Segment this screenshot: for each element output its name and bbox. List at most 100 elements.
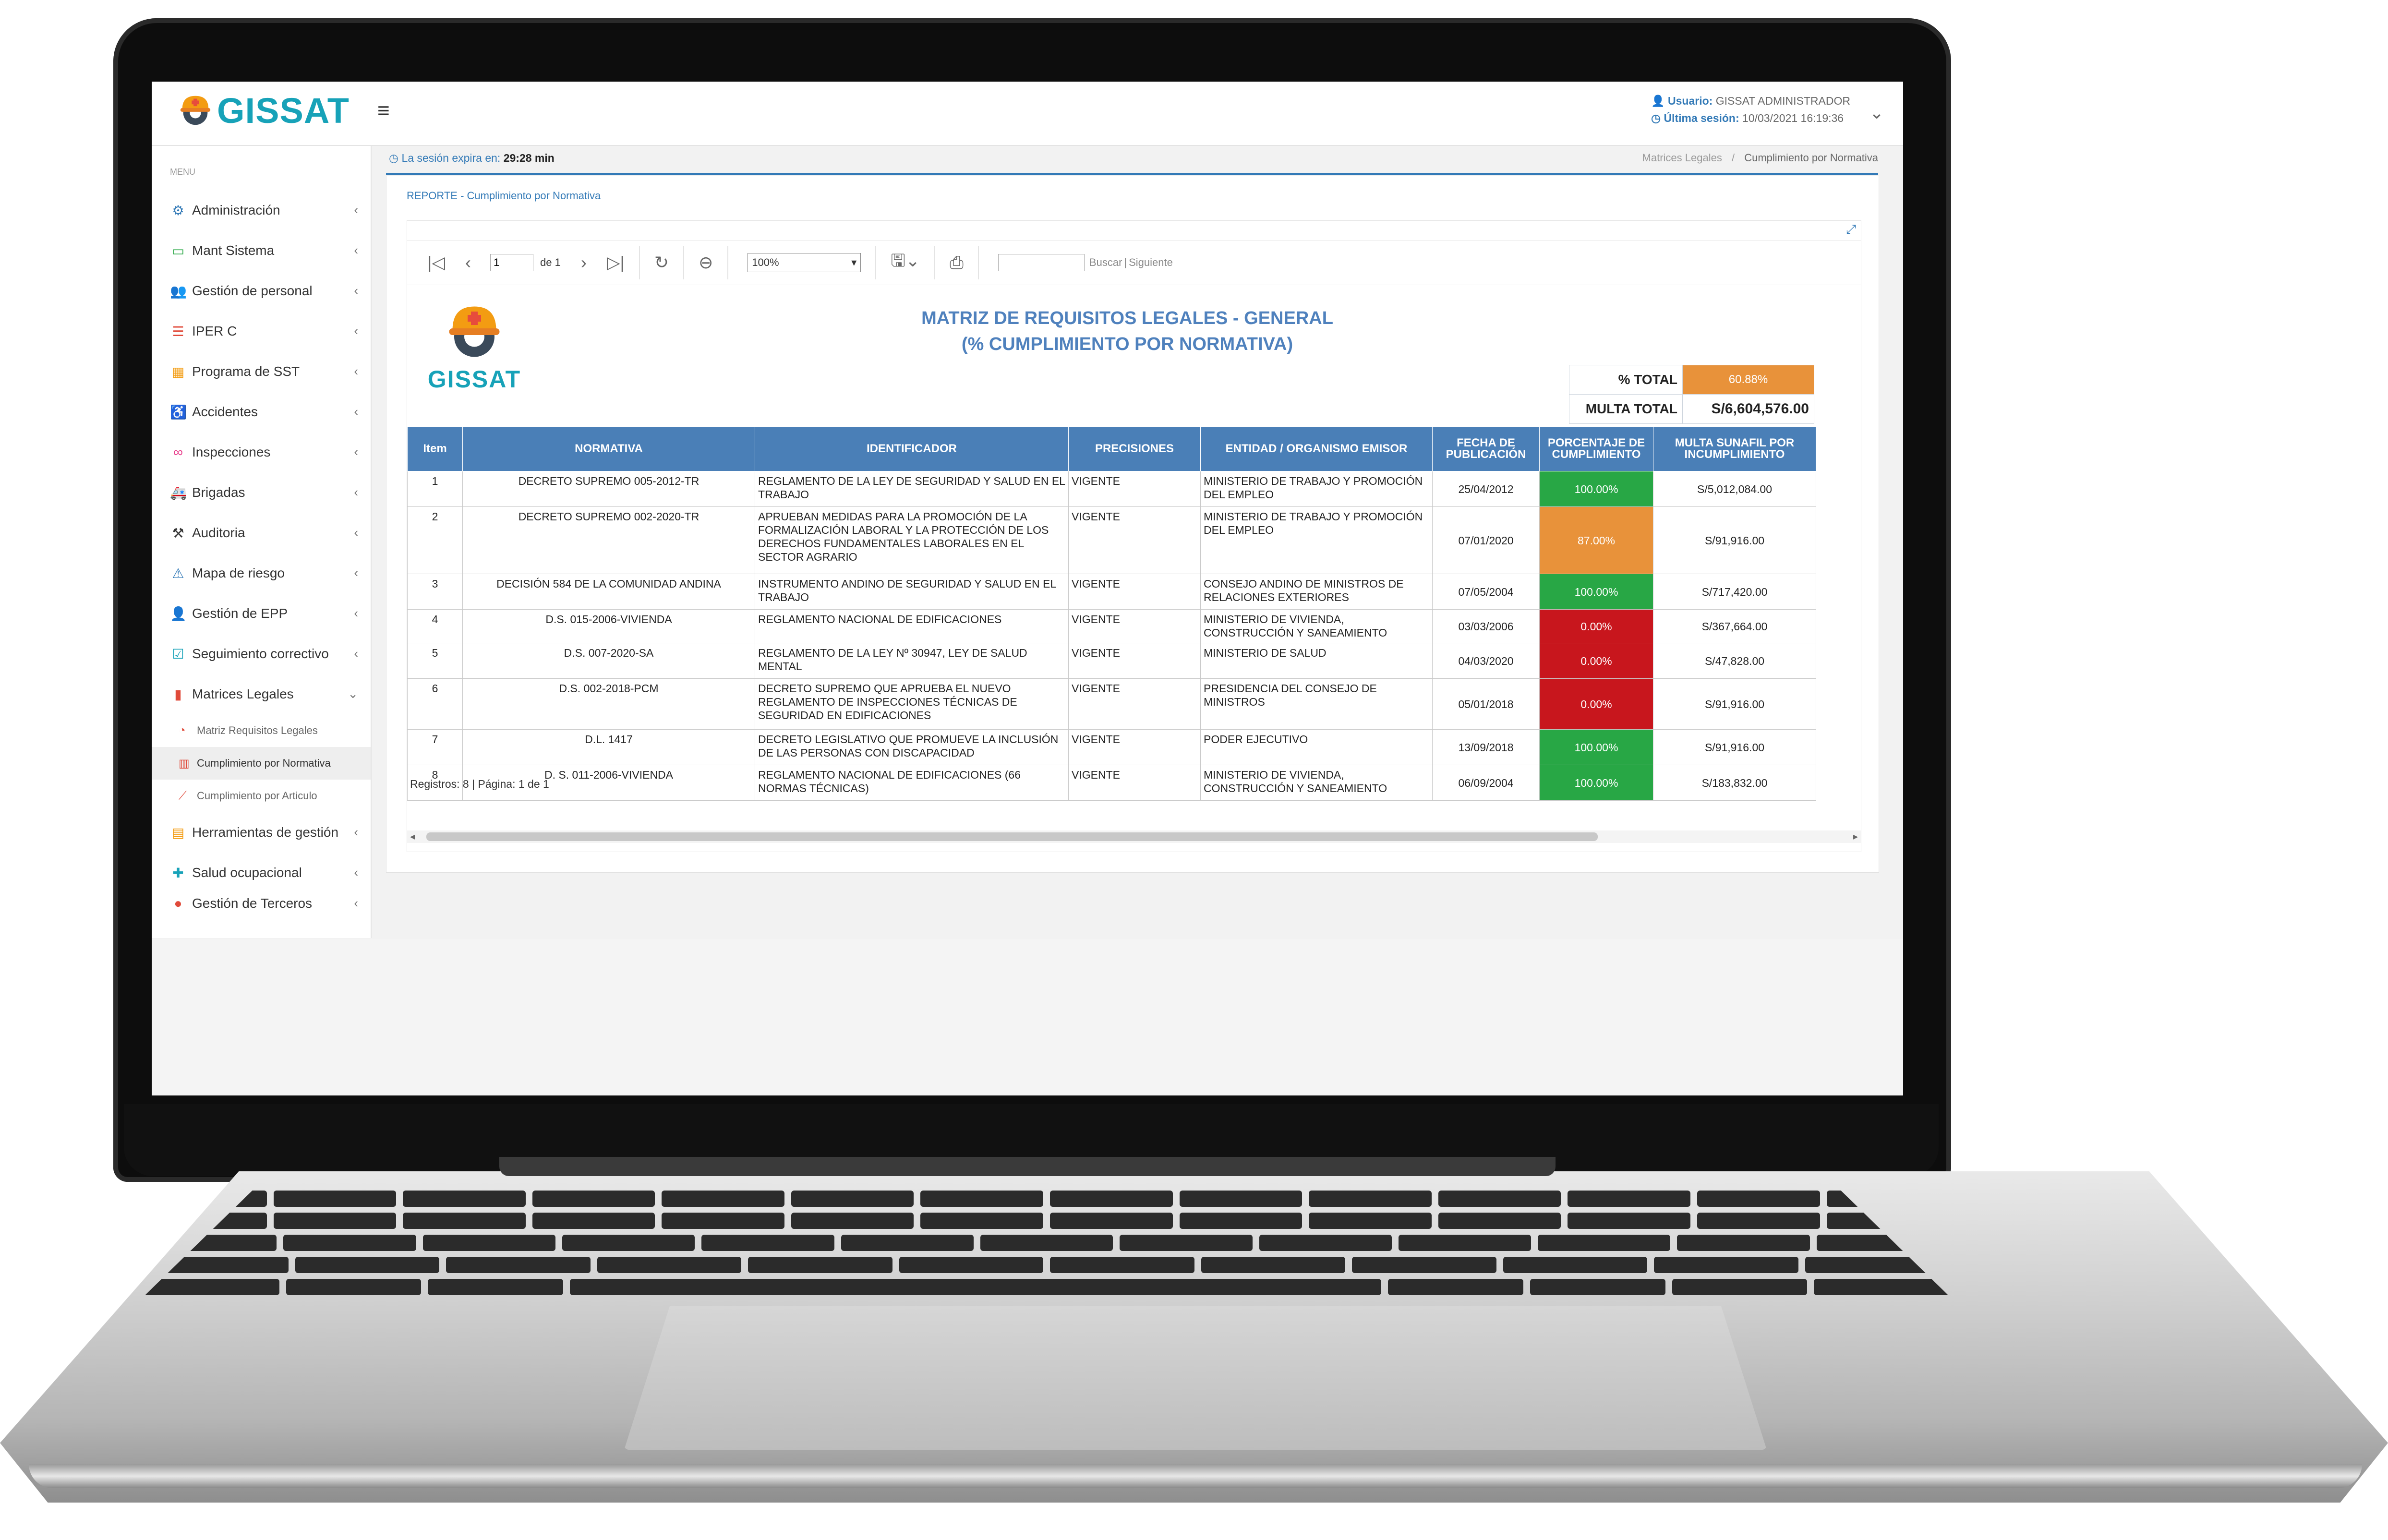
panel-title: REPORTE - Cumplimiento por Normativa bbox=[407, 190, 601, 202]
find-next-button[interactable]: Siguiente bbox=[1129, 256, 1173, 269]
sidebar-item-label: Accidentes bbox=[192, 404, 258, 419]
menu-caption: MENU bbox=[170, 167, 195, 177]
sidebar-item-gestion-terceros[interactable]: ● Gestión de Terceros ‹ bbox=[152, 893, 371, 912]
cell-entidad: MINISTERIO DE SALUD bbox=[1200, 643, 1433, 679]
cell-entidad: PODER EJECUTIVO bbox=[1200, 729, 1433, 765]
last-page-icon[interactable]: ▷| bbox=[607, 253, 625, 273]
bar-chart-icon: ▥ bbox=[179, 757, 190, 770]
cell-precisiones: VIGENTE bbox=[1068, 574, 1201, 610]
cell-item: 7 bbox=[407, 729, 463, 765]
clock-icon: ◷ bbox=[389, 152, 399, 164]
save-icon[interactable]: 🖫⌄ bbox=[891, 248, 920, 277]
binoculars-icon: ∞ bbox=[173, 445, 183, 459]
report-toolbar: |◁ ‹ de 1 › ▷| ↻ ⊖ 100% ▾ 🖫⌄ ⎙ bbox=[407, 240, 1861, 285]
sidebar-item-gestion-personal[interactable]: 👥 Gestión de personal ‹ bbox=[152, 271, 371, 311]
sidebar-item-label: Matrices Legales bbox=[192, 686, 294, 701]
sidebar-item-iper-c[interactable]: ☰ IPER C ‹ bbox=[152, 311, 371, 351]
horizontal-scrollbar[interactable]: ◂ ▸ bbox=[407, 830, 1861, 843]
sidebar-item-seguimiento-correctivo[interactable]: ☑ Seguimiento correctivo ‹ bbox=[152, 634, 371, 674]
brand-logo[interactable]: GISSAT bbox=[177, 90, 350, 131]
sidebar-item-inspecciones[interactable]: ∞ Inspecciones ‹ bbox=[152, 432, 371, 472]
sidebar-item-herramientas[interactable]: ▤ Herramientas de gestión ‹ bbox=[152, 812, 371, 853]
book-icon: ▮ bbox=[174, 686, 182, 702]
cell-entidad: MINISTERIO DE VIVIENDA, CONSTRUCCIÓN Y S… bbox=[1200, 609, 1433, 643]
sidebar-item-label: Gestión de EPP bbox=[192, 606, 288, 621]
sidebar-item-mapa-riesgo[interactable]: ⚠ Mapa de riesgo ‹ bbox=[152, 553, 371, 593]
find-button[interactable]: Buscar bbox=[1089, 256, 1122, 269]
chevron-left-icon: ‹ bbox=[354, 485, 358, 499]
chevron-down-icon: ▾ bbox=[851, 256, 857, 268]
cell-porcentaje: 0.00% bbox=[1539, 643, 1653, 679]
cell-entidad: MINISTERIO DE TRABAJO Y PROMOCIÓN DEL EM… bbox=[1200, 471, 1433, 507]
laptop-screen: GISSAT ≡ 👤 Usuario: GISSAT ADMINISTRADOR… bbox=[152, 82, 1903, 1095]
sidebar: MENU ⚙ Administración ‹ ▭ Mant Sistema ‹ 👥 Ge… bbox=[152, 146, 372, 938]
records-footer: Registros: 8 | Página: 1 de 1 bbox=[410, 778, 549, 790]
report-table: Item NORMATIVA IDENTIFICADOR PRECISIONES… bbox=[407, 426, 1816, 801]
chevron-down-icon[interactable]: ⌄ bbox=[1869, 103, 1884, 123]
breadcrumb: Matrices Legales / Cumplimiento por Norm… bbox=[1642, 152, 1878, 164]
hamburger-icon[interactable]: ≡ bbox=[377, 99, 390, 123]
monitor-icon: ▭ bbox=[171, 243, 185, 258]
cell-porcentaje: 100.00% bbox=[1539, 574, 1653, 610]
breadcrumb-separator: / bbox=[1731, 152, 1735, 164]
cell-identificador: INSTRUMENTO ANDINO DE SEGURIDAD Y SALUD … bbox=[755, 574, 1069, 610]
sidebar-item-label: Gestión de Terceros bbox=[192, 896, 313, 911]
cell-precisiones: VIGENTE bbox=[1068, 765, 1201, 801]
cell-fecha: 25/04/2012 bbox=[1432, 471, 1540, 507]
cell-fecha: 13/09/2018 bbox=[1432, 729, 1540, 765]
report-title: MATRIZ DE REQUISITOS LEGALES - GENERAL (… bbox=[791, 305, 1463, 357]
cell-identificador: REGLAMENTO DE LA LEY Nº 30947, LEY DE SA… bbox=[755, 643, 1069, 679]
zoom-select[interactable]: 100% ▾ bbox=[748, 253, 861, 272]
sidebar-item-gestion-epp[interactable]: 👤 Gestión de EPP ‹ bbox=[152, 593, 371, 634]
cell-normativa: DECISIÓN 584 DE LA COMUNIDAD ANDINA bbox=[462, 574, 755, 610]
breadcrumb-parent[interactable]: Matrices Legales bbox=[1642, 152, 1722, 164]
next-page-icon[interactable]: › bbox=[581, 253, 587, 273]
sidebar-item-salud-ocupacional[interactable]: ✚ Salud ocupacional ‹ bbox=[152, 853, 371, 893]
sidebar-subitem-cumplimiento-normativa[interactable]: ▥ Cumplimiento por Normativa bbox=[152, 747, 371, 780]
toolbar-separator bbox=[683, 246, 685, 279]
sidebar-item-accidentes[interactable]: ♿ Accidentes ‹ bbox=[152, 392, 371, 432]
report-logo: GISSAT bbox=[426, 295, 522, 393]
cell-multa: S/91,916.00 bbox=[1653, 678, 1816, 730]
scroll-left-icon[interactable]: ◂ bbox=[410, 830, 415, 842]
sidebar-item-administracion[interactable]: ⚙ Administración ‹ bbox=[152, 190, 371, 230]
laptop-hinge bbox=[499, 1157, 1556, 1176]
chevron-left-icon: ‹ bbox=[354, 404, 358, 419]
sidebar-item-auditoria[interactable]: ⚒ Auditoria ‹ bbox=[152, 513, 371, 553]
sidebar-subitem-cumplimiento-articulo[interactable]: ⟋ Cumplimiento por Articulo bbox=[152, 780, 371, 812]
chevron-down-icon: ⌄ bbox=[348, 686, 358, 701]
chevron-left-icon: ‹ bbox=[354, 565, 358, 580]
cell-precisiones: VIGENTE bbox=[1068, 609, 1201, 643]
print-icon[interactable]: ⎙ bbox=[950, 253, 964, 273]
cell-entidad: PRESIDENCIA DEL CONSEJO DE MINISTROS bbox=[1200, 678, 1433, 730]
sidebar-item-label: Programa de SST bbox=[192, 364, 300, 379]
find-input[interactable] bbox=[998, 254, 1085, 271]
refresh-icon[interactable]: ↻ bbox=[654, 253, 669, 273]
scroll-right-icon[interactable]: ▸ bbox=[1853, 830, 1858, 842]
sidebar-item-mant-sistema[interactable]: ▭ Mant Sistema ‹ bbox=[152, 230, 371, 271]
back-icon[interactable]: ⊖ bbox=[699, 253, 713, 273]
sidebar-subitem-label: Matriz Requisitos Legales bbox=[197, 724, 318, 736]
first-page-icon[interactable]: |◁ bbox=[427, 253, 445, 273]
sidebar-subitem-matriz-requisitos[interactable]: ◔ Matriz Requisitos Legales bbox=[152, 714, 371, 747]
sidebar-item-programa-sst[interactable]: ▦ Programa de SST ‹ bbox=[152, 351, 371, 392]
list-icon: ☰ bbox=[172, 324, 184, 339]
table-row: 3 DECISIÓN 584 DE LA COMUNIDAD ANDINA IN… bbox=[407, 574, 1816, 610]
total-value: 60.88% bbox=[1682, 365, 1814, 395]
cell-entidad: CONSEJO ANDINO DE MINISTROS DE RELACIONE… bbox=[1200, 574, 1433, 610]
prev-page-icon[interactable]: ‹ bbox=[465, 253, 471, 273]
cell-fecha: 07/01/2020 bbox=[1432, 506, 1540, 574]
chevron-left-icon: ‹ bbox=[354, 825, 358, 839]
chevron-left-icon: ‹ bbox=[354, 525, 358, 540]
sidebar-item-matrices-legales[interactable]: ▮ Matrices Legales ⌄ bbox=[152, 674, 371, 714]
expand-icon[interactable]: ⤢ bbox=[1846, 222, 1856, 237]
ambulance-icon: 🚑 bbox=[170, 485, 187, 500]
user-icon: 👤 bbox=[1651, 95, 1665, 107]
table-row: 5 D.S. 007-2020-SA REGLAMENTO DE LA LEY … bbox=[407, 643, 1816, 679]
sidebar-item-brigadas[interactable]: 🚑 Brigadas ‹ bbox=[152, 472, 371, 513]
cell-item: 3 bbox=[407, 574, 463, 610]
scrollbar-thumb[interactable] bbox=[426, 832, 1598, 841]
user-info[interactable]: 👤 Usuario: GISSAT ADMINISTRADOR ◷ Última… bbox=[1651, 92, 1850, 127]
cell-normativa: D.L. 1417 bbox=[462, 729, 755, 765]
page-number-input[interactable] bbox=[490, 254, 534, 271]
